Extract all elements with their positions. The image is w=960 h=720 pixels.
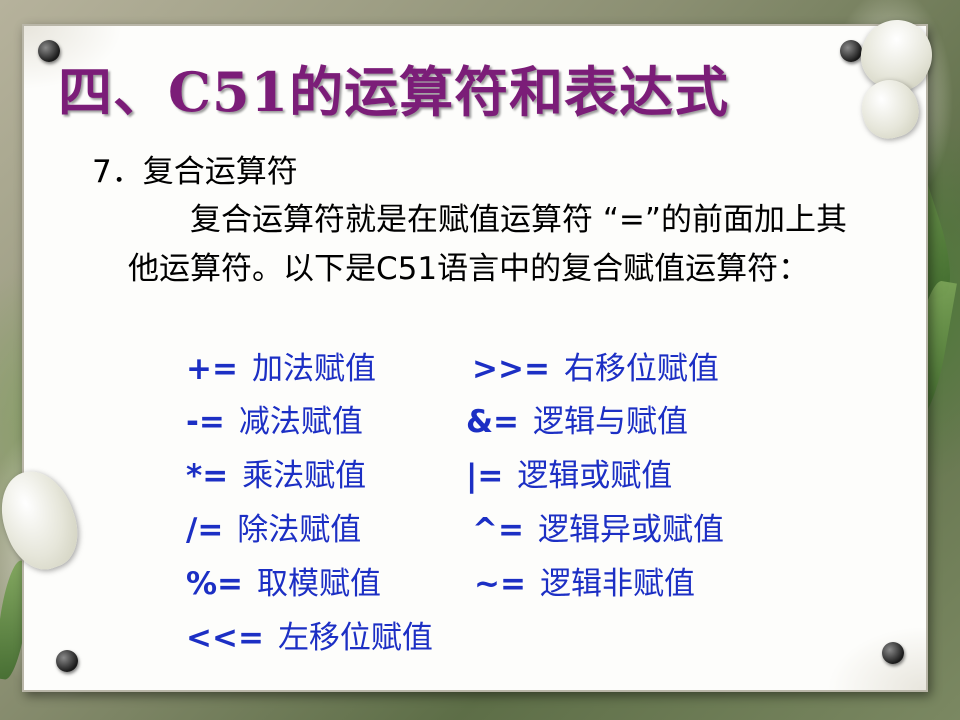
operator-item: ^= 逻辑异或赋值 [472,504,724,549]
operator-name: 逻辑异或赋值 [537,512,724,548]
operator-name: 乘法赋值 [242,458,367,494]
operator-symbol: += [186,351,238,387]
operator-name: 减法赋值 [238,404,363,440]
operator-name: 逻辑与赋值 [533,404,689,440]
pin-icon [38,40,60,62]
operator-symbol: <<= [186,620,264,656]
operator-item: ~= 逻辑非赋值 [474,558,695,603]
operator-name: 取模赋值 [257,566,382,602]
operator-item: >>= 右移位赋值 [472,343,719,388]
operator-name: 逻辑非赋值 [539,566,695,602]
operator-symbol: %= [186,566,244,602]
operator-item: *= 乘法赋值 [186,450,366,495]
operator-name: 加法赋值 [251,351,376,387]
operator-item: /= 除法赋值 [186,504,361,549]
pin-icon [840,40,862,62]
operator-symbol: -= [186,404,225,440]
operator-item: |= 逻辑或赋值 [466,450,672,495]
operator-symbol: &= [466,404,520,440]
operator-item: -= 减法赋值 [186,396,363,441]
operator-symbol: ~= [474,566,526,602]
operator-symbol: >>= [472,351,550,387]
operator-item: &= 逻辑与赋值 [466,396,688,441]
operator-symbol: /= [186,512,224,548]
section-heading: 7．复合运算符 [92,154,298,190]
pin-icon [56,650,78,672]
operator-item: %= 取模赋值 [186,558,381,603]
operator-symbol: *= [186,458,229,494]
operator-item: += 加法赋值 [186,343,376,388]
operator-name: 右移位赋值 [563,351,719,387]
description-paragraph: 复合运算符就是在赋值运算符 “=”的前面加上其他运算符。以下是C51语言中的复合… [128,202,847,287]
operator-symbol: ^= [472,512,524,548]
pin-icon [882,642,904,664]
slide-title: 四、C51的运算符和表达式 [58,60,730,124]
operator-name: 逻辑或赋值 [517,458,673,494]
operator-name: 左移位赋值 [277,620,433,656]
operator-symbol: |= [466,458,504,494]
operator-name: 除法赋值 [237,512,362,548]
operator-item: <<= 左移位赋值 [186,612,433,657]
